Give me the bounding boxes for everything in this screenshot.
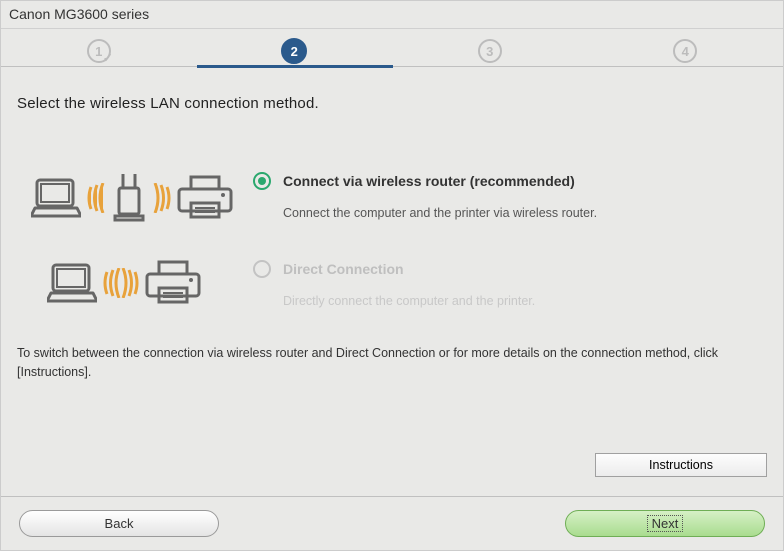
option-2-title: Direct Connection	[283, 261, 404, 277]
hint-text: To switch between the connection via wir…	[17, 344, 767, 382]
step-2-circle: 2	[281, 38, 307, 64]
radio-wireless-router[interactable]	[253, 172, 271, 190]
option-2-head: Direct Connection	[253, 260, 767, 278]
option-wireless-router[interactable]: Connect via wireless router (recommended…	[17, 172, 767, 224]
option-2-body: Direct Connection Directly connect the c…	[253, 260, 767, 308]
printer-icon	[145, 260, 201, 306]
option-1-body: Connect via wireless router (recommended…	[253, 172, 767, 220]
illustration-router	[17, 172, 253, 224]
step-4-circle: 4	[673, 39, 697, 63]
title-bar: Canon MG3600 series	[1, 1, 783, 29]
back-button[interactable]: Back	[19, 510, 219, 537]
option-2-desc: Directly connect the computer and the pr…	[283, 294, 767, 308]
illustration-direct	[17, 260, 253, 306]
check-icon: ✓	[103, 51, 113, 65]
option-1-desc: Connect the computer and the printer via…	[283, 206, 767, 220]
printer-icon	[177, 175, 233, 221]
option-1-title: Connect via wireless router (recommended…	[283, 173, 575, 189]
radio-direct-connection[interactable]	[253, 260, 271, 278]
step-1-circle: 1 ✓	[87, 39, 111, 63]
wave-icon	[87, 183, 107, 213]
option-1-head: Connect via wireless router (recommended…	[253, 172, 767, 190]
laptop-icon	[31, 176, 81, 220]
bottom-bar: Back Next	[1, 496, 783, 550]
page-heading: Select the wireless LAN connection metho…	[17, 95, 767, 112]
wave-icon	[103, 268, 139, 298]
step-3-circle: 3	[478, 39, 502, 63]
window-title: Canon MG3600 series	[9, 6, 149, 22]
content-area: Select the wireless LAN connection metho…	[1, 73, 783, 392]
wave-icon	[151, 183, 171, 213]
laptop-icon	[47, 261, 97, 305]
instructions-button[interactable]: Instructions	[595, 453, 767, 477]
next-button[interactable]: Next	[565, 510, 765, 537]
stepper-underline-active	[197, 65, 393, 68]
option-direct-connection[interactable]: Direct Connection Directly connect the c…	[17, 260, 767, 308]
router-icon	[113, 172, 145, 224]
